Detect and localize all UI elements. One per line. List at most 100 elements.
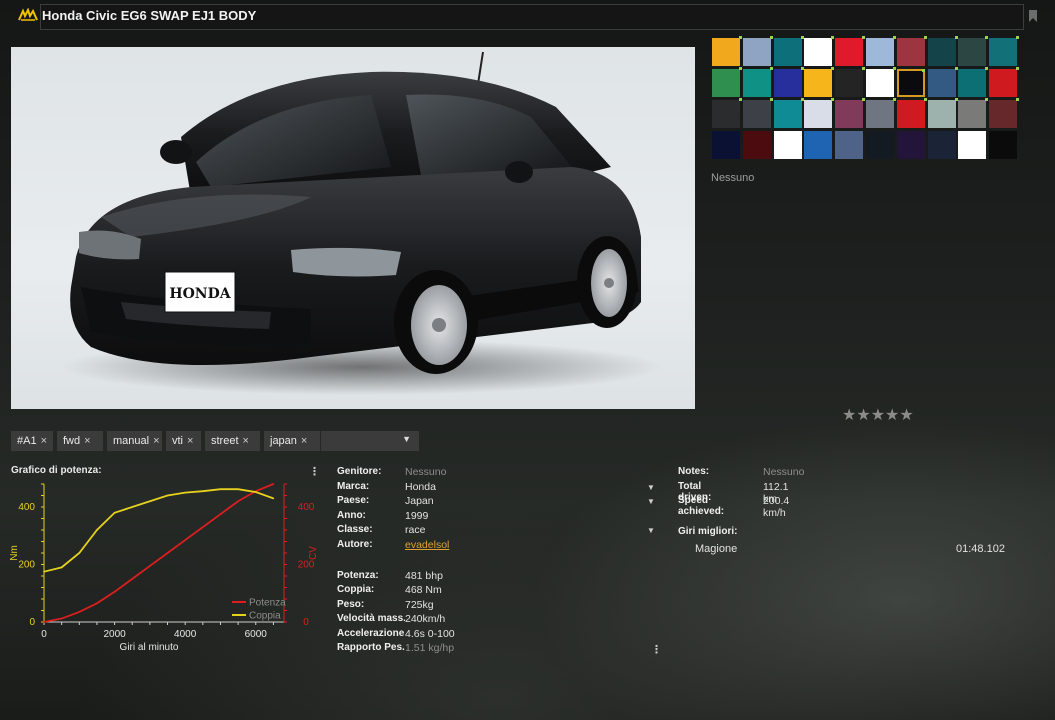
skin-swatch[interactable] [958, 98, 989, 128]
data-point [219, 513, 222, 515]
tag-remove-icon[interactable]: × [84, 435, 90, 447]
skin-swatch[interactable] [896, 98, 927, 128]
data-point [131, 578, 134, 580]
skin-swatch[interactable] [835, 98, 866, 128]
skin-swatch[interactable] [835, 36, 866, 66]
skin-indicator-dot [739, 67, 742, 70]
skin-swatch[interactable] [773, 131, 802, 159]
tag-remove-icon[interactable]: × [153, 435, 159, 447]
car-preview[interactable]: HONDA [11, 47, 695, 409]
skin-swatch[interactable] [712, 98, 742, 128]
graph-menu-icon[interactable]: ⋮ [309, 465, 320, 478]
skin-indicator-dot [954, 98, 958, 101]
data-point [272, 497, 275, 500]
property-value[interactable]: 481 bhp [405, 570, 443, 582]
bookmark-icon[interactable] [1029, 10, 1037, 22]
tag-label: manual [113, 435, 150, 447]
property-value[interactable]: 468 Nm [405, 584, 442, 596]
author-link[interactable]: evadelsol [405, 539, 449, 551]
data-point [202, 490, 204, 492]
skin-swatch[interactable] [835, 131, 864, 159]
skin-swatch[interactable] [927, 131, 956, 159]
property-value[interactable]: Honda [405, 481, 436, 493]
property-row: Genitore: Nessuno [337, 466, 657, 480]
property-value[interactable]: 4.6s 0-100 [405, 628, 455, 640]
skin-swatch[interactable] [989, 36, 1020, 66]
skin-swatch[interactable] [927, 36, 958, 66]
y-axis-left-label: Nm [9, 545, 20, 561]
legend-label: Potenza [249, 598, 286, 609]
skin-swatch[interactable] [712, 67, 742, 97]
skin-swatch[interactable] [866, 98, 896, 128]
properties-menu-icon[interactable]: ⋮ [651, 643, 662, 656]
skin-indicator-dot [985, 98, 989, 101]
property-value[interactable]: 1999 [405, 510, 428, 522]
chevron-down-icon[interactable]: ▼ [647, 526, 655, 535]
property-value[interactable]: 725kg [405, 599, 434, 611]
notes-value[interactable]: Nessuno [763, 466, 804, 478]
tag-chip[interactable]: #A1 × [11, 431, 53, 451]
skin-swatch[interactable] [866, 67, 896, 97]
y-right-tick-label: 200 [298, 560, 315, 571]
skin-swatch[interactable] [896, 131, 925, 159]
skin-swatch[interactable] [958, 131, 987, 159]
skin-swatch[interactable] [927, 67, 958, 97]
tag-chip[interactable]: fwd × [57, 431, 103, 451]
rating-stars[interactable]: ★★★★★ [842, 405, 914, 425]
property-row: Paese: Japan ▼ [337, 495, 657, 509]
skin-swatch[interactable] [989, 131, 1018, 159]
property-row: Accelerazione: 4.6s 0-100 [337, 628, 657, 642]
skin-swatch[interactable] [989, 98, 1020, 128]
chevron-down-icon[interactable]: ▼ [647, 497, 655, 506]
skin-swatch[interactable] [866, 131, 894, 159]
y-left-tick-label: 200 [18, 560, 35, 571]
skin-swatch[interactable] [773, 98, 804, 128]
property-value[interactable]: Nessuno [405, 466, 446, 478]
tag-remove-icon[interactable]: × [301, 435, 307, 447]
skin-swatch[interactable] [712, 36, 742, 66]
skin-swatch[interactable] [804, 98, 835, 128]
skin-indicator-dot [893, 36, 896, 39]
property-value[interactable]: Japan [405, 495, 434, 507]
skin-indicator-dot [769, 98, 773, 101]
skin-swatch[interactable] [742, 98, 773, 128]
skin-swatch[interactable] [989, 67, 1020, 97]
skin-swatch[interactable] [742, 131, 771, 159]
skin-indicator-dot [985, 67, 989, 70]
skin-swatch[interactable] [835, 67, 866, 97]
property-label: Genitore: [337, 466, 382, 477]
property-row: Coppia: 468 Nm [337, 584, 657, 598]
skin-swatch[interactable] [712, 131, 740, 159]
skin-swatch[interactable] [958, 67, 989, 97]
y-right-tick-label: 0 [303, 617, 309, 628]
tag-chip[interactable]: street × [205, 431, 260, 451]
skin-swatch[interactable] [927, 98, 958, 128]
skin-swatch[interactable] [804, 67, 835, 97]
tag-remove-icon[interactable]: × [243, 435, 249, 447]
skin-swatch[interactable] [866, 36, 896, 66]
chevron-down-icon[interactable]: ▼ [647, 483, 655, 492]
chevron-down-icon[interactable]: ▼ [402, 434, 411, 444]
tag-remove-icon[interactable]: × [187, 435, 193, 447]
skin-swatch[interactable] [742, 67, 773, 97]
skin-swatch[interactable] [773, 36, 804, 66]
property-value[interactable]: race [405, 524, 425, 536]
tag-chip[interactable]: vti × [166, 431, 201, 451]
skin-swatch[interactable] [773, 67, 804, 97]
skin-swatch[interactable] [896, 69, 925, 97]
skin-swatch[interactable] [958, 36, 989, 66]
property-value[interactable]: 240km/h [405, 613, 445, 625]
tag-remove-icon[interactable]: × [41, 435, 47, 447]
skin-swatch[interactable] [804, 36, 835, 66]
property-label: Potenza: [337, 570, 379, 581]
property-value[interactable]: 1.51 kg/hp [405, 642, 454, 654]
skin-swatch[interactable] [896, 36, 927, 66]
tag-chip[interactable]: manual × [107, 431, 162, 451]
skin-swatch[interactable] [742, 36, 773, 66]
property-row: Autore: evadelsol [337, 539, 657, 553]
tag-chip[interactable]: japan × [264, 431, 320, 451]
skin-indicator-dot [831, 98, 835, 101]
skin-swatch[interactable] [804, 131, 833, 159]
property-row: Classe: race ▼ [337, 524, 657, 538]
tag-input[interactable]: ▼ [321, 431, 419, 451]
